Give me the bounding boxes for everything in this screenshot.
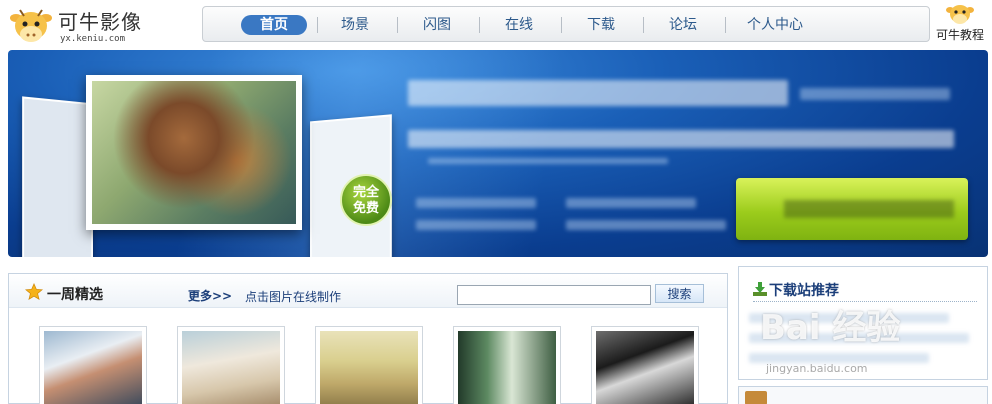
watermark-logo: Bai 经验: [760, 308, 901, 348]
nav-item-scenes[interactable]: 场景: [325, 15, 385, 35]
nav-item-online[interactable]: 在线: [489, 15, 549, 35]
thumbnail-image: [596, 331, 694, 404]
weekly-picks-title: 一周精选: [47, 287, 103, 303]
star-icon: [25, 283, 43, 300]
nav-divider: [397, 17, 398, 33]
nav-divider: [317, 17, 318, 33]
featured-photo: [86, 75, 302, 230]
more-link[interactable]: 更多>>: [188, 287, 232, 304]
banner-description-blurred: [408, 130, 954, 148]
nav-divider: [643, 17, 644, 33]
search-button[interactable]: 搜索: [655, 284, 704, 303]
cow-logo-icon: [10, 9, 52, 42]
nav-divider: [479, 17, 480, 33]
banner-headline-blurred: [408, 80, 788, 106]
weekly-picks-panel: 一周精选 更多>> 点击图片在线制作 搜索: [8, 273, 728, 404]
thumbnail-card[interactable]: [591, 326, 699, 404]
logo-url: yx.keniu.com: [60, 34, 126, 44]
thumbnail-image: [320, 331, 418, 404]
nav-item-download[interactable]: 下载: [571, 15, 631, 35]
download-button-label-blurred: [784, 200, 954, 218]
download-button[interactable]: [736, 178, 968, 240]
banner-dots-blurred: [428, 158, 668, 164]
banner-subheadline-blurred: [800, 88, 950, 100]
thumbnail-image: [44, 331, 142, 404]
nav-item-flash[interactable]: 闪图: [407, 15, 467, 35]
thumbnail-card[interactable]: [453, 326, 561, 404]
thumbnail-image: [458, 331, 556, 404]
free-badge-line1: 完全: [352, 185, 379, 200]
nav-divider: [725, 17, 726, 33]
download-arrow-icon: [753, 282, 767, 296]
download-recommend-title: 下载站推荐: [769, 283, 839, 299]
free-badge: 完全 免费: [340, 174, 392, 226]
online-edit-hint[interactable]: 点击图片在线制作: [245, 288, 341, 305]
banner-info-blurred: [566, 220, 726, 230]
main-nav: 首页 场景 闪图 在线 下载 论坛 个人中心: [202, 6, 930, 42]
box-icon: [745, 391, 767, 404]
tutorial-label: 可牛教程: [935, 28, 984, 42]
banner-info-blurred: [416, 220, 536, 230]
nav-item-profile[interactable]: 个人中心: [735, 15, 815, 35]
search-input[interactable]: [457, 285, 651, 305]
next-panel-header: [738, 386, 988, 404]
watermark-url: jingyan.baidu.com: [766, 362, 868, 375]
nav-divider: [561, 17, 562, 33]
logo-title: 可牛影像: [58, 10, 142, 34]
free-badge-line2: 免费: [352, 201, 379, 216]
thumbnail-card[interactable]: [39, 326, 147, 404]
banner-info-blurred: [566, 198, 696, 208]
nav-item-forum[interactable]: 论坛: [653, 15, 713, 35]
hero-banner[interactable]: 完全 免费: [8, 50, 988, 257]
nav-item-home[interactable]: 首页: [241, 15, 307, 35]
banner-info-blurred: [416, 198, 536, 208]
weekly-picks-header: 一周精选 更多>> 点击图片在线制作 搜索: [9, 274, 727, 308]
thumbnail-card[interactable]: [177, 326, 285, 404]
site-logo[interactable]: 可牛影像 yx.keniu.com: [8, 4, 198, 48]
cow-mascot-icon: [946, 5, 974, 24]
tutorial-link[interactable]: 可牛教程: [932, 2, 988, 44]
thumbnail-image: [182, 331, 280, 404]
thumbnail-card[interactable]: [315, 326, 423, 404]
page: 可牛影像 yx.keniu.com 首页 场景 闪图 在线 下载 论坛 个人中心…: [0, 0, 992, 404]
featured-photo-image: [92, 81, 296, 224]
app-screenshot-left: [22, 96, 93, 257]
